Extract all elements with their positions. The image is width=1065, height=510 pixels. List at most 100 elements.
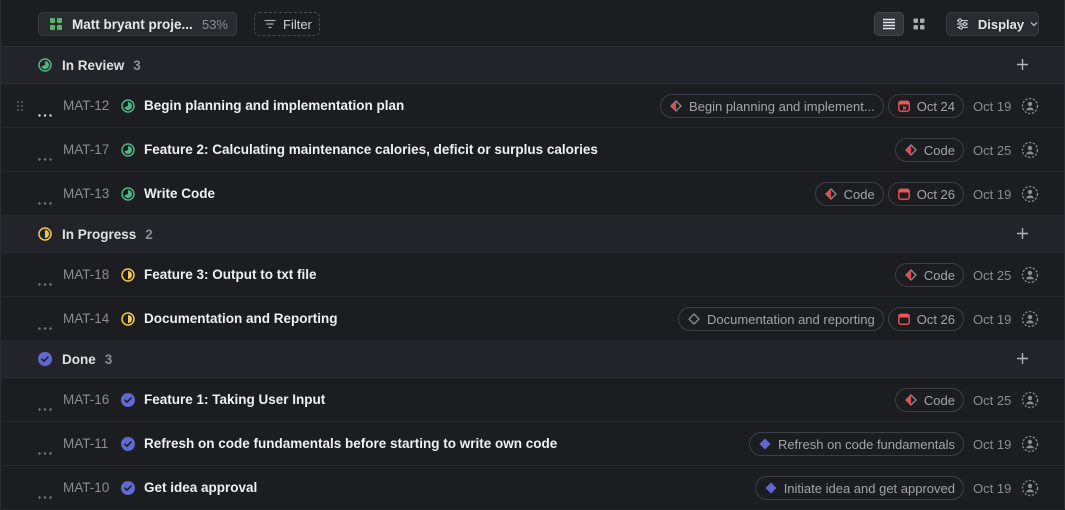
more-options-icon[interactable] [38, 317, 52, 335]
display-settings-icon [956, 18, 968, 30]
group-name: Done [62, 351, 96, 367]
group-header-done[interactable]: Done 3 [1, 341, 1064, 378]
milestone-chip[interactable]: Code [814, 182, 884, 206]
issue-row[interactable]: MAT-17 Feature 2: Calculating maintenanc… [1, 128, 1064, 172]
more-options-icon[interactable] [38, 398, 52, 416]
issue-row[interactable]: MAT-12 Begin planning and implementation… [1, 84, 1064, 128]
milestone-chip[interactable]: Code [894, 138, 964, 162]
milestone-empty-icon [688, 313, 700, 325]
due-date: Oct 26 [916, 186, 955, 202]
group-name: In Progress [62, 226, 137, 242]
issue-status-icon [121, 393, 135, 407]
milestone-partial-icon [824, 188, 837, 200]
issue-identifier: MAT-12 [63, 98, 110, 113]
unassigned-avatar-icon[interactable] [1021, 141, 1039, 159]
created-date: Oct 19 [973, 436, 1012, 452]
drag-handle-icon[interactable] [16, 99, 24, 117]
issue-title: Get idea approval [144, 480, 258, 495]
more-options-icon[interactable] [38, 104, 52, 122]
milestone-chip[interactable]: Code [894, 263, 964, 287]
issue-title: Refresh on code fundamentals before star… [144, 436, 558, 451]
list-view-button[interactable] [874, 12, 904, 36]
more-options-icon[interactable] [38, 273, 52, 291]
issue-identifier: MAT-11 [63, 436, 109, 451]
due-date: Oct 24 [916, 98, 955, 114]
unassigned-avatar-icon[interactable] [1021, 479, 1039, 497]
created-date: Oct 25 [973, 392, 1012, 408]
issue-meta: Code Oct 25 [894, 388, 1039, 412]
created-date: Oct 25 [973, 267, 1012, 283]
project-progress: 53% [201, 16, 228, 32]
list-view-icon [883, 18, 895, 30]
done-status-icon [38, 352, 52, 366]
more-options-icon[interactable] [38, 148, 52, 166]
created-date: Oct 19 [973, 98, 1012, 114]
milestone-partial-icon [905, 144, 917, 156]
issue-title: Feature 3: Output to txt file [144, 267, 317, 282]
milestone-chip[interactable]: Documentation and reporting [678, 307, 884, 331]
due-date-chip[interactable]: Oct 26 [887, 307, 964, 331]
issue-row[interactable]: MAT-13 Write Code Code Oct 26 Oct 19 [1, 172, 1064, 216]
group-count: 2 [145, 226, 153, 242]
group-header-in-review[interactable]: In Review 3 [1, 47, 1064, 84]
issue-meta: Documentation and reporting Oct 26 Oct 1… [678, 307, 1039, 331]
created-date: Oct 19 [973, 186, 1012, 202]
issue-identifier: MAT-17 [63, 142, 110, 157]
more-options-icon[interactable] [38, 192, 52, 210]
display-button[interactable]: Display [946, 12, 1039, 36]
add-issue-button[interactable] [1016, 227, 1029, 245]
view-toggle [874, 12, 934, 36]
milestone-chip[interactable]: Refresh on code fundamentals [748, 432, 964, 456]
more-options-icon[interactable] [38, 486, 52, 504]
project-name: Matt bryant proje... [72, 16, 193, 32]
unassigned-avatar-icon[interactable] [1021, 391, 1039, 409]
issue-identifier: MAT-16 [63, 392, 110, 407]
milestone-complete-icon [765, 482, 777, 494]
filter-label: Filter [283, 16, 312, 32]
due-date-icon [897, 188, 910, 200]
board-view-button[interactable] [904, 12, 934, 36]
issue-meta: Initiate idea and get approved Oct 19 [754, 476, 1039, 500]
project-grid-icon [50, 18, 62, 30]
plus-icon [1017, 353, 1028, 364]
more-options-icon[interactable] [38, 442, 52, 460]
issue-row[interactable]: MAT-14 Documentation and Reporting Docum… [1, 297, 1064, 341]
milestone-label: Begin planning and implement... [688, 98, 875, 114]
project-filter-chip[interactable]: Matt bryant proje... 53% [38, 12, 237, 36]
milestone-partial-icon [670, 100, 682, 112]
issue-row[interactable]: MAT-16 Feature 1: Taking User Input Code… [1, 378, 1064, 422]
issue-title: Feature 1: Taking User Input [144, 392, 326, 407]
due-date-chip[interactable]: Oct 26 [887, 182, 964, 206]
issue-title: Write Code [144, 186, 216, 201]
milestone-chip[interactable]: Code [894, 388, 964, 412]
due-date-icon [897, 313, 910, 325]
issue-meta: Code Oct 25 [894, 263, 1039, 287]
unassigned-avatar-icon[interactable] [1021, 435, 1039, 453]
milestone-partial-icon [905, 269, 917, 281]
milestone-label: Initiate idea and get approved [783, 480, 955, 496]
unassigned-avatar-icon[interactable] [1021, 310, 1039, 328]
milestone-complete-icon [759, 438, 771, 450]
unassigned-avatar-icon[interactable] [1021, 97, 1039, 115]
milestone-chip[interactable]: Begin planning and implement... [659, 94, 884, 118]
group-header-in-progress[interactable]: In Progress 2 [1, 216, 1064, 253]
filter-button[interactable]: Filter [254, 12, 320, 36]
issue-meta: Begin planning and implement... Oct 24 O… [659, 94, 1039, 118]
due-date-chip[interactable]: Oct 24 [887, 94, 964, 118]
add-issue-button[interactable] [1016, 58, 1029, 76]
group-count: 3 [104, 351, 113, 367]
issue-row[interactable]: MAT-11 Refresh on code fundamentals befo… [1, 422, 1064, 466]
issue-row[interactable]: MAT-18 Feature 3: Output to txt file Cod… [1, 253, 1064, 297]
unassigned-avatar-icon[interactable] [1021, 266, 1039, 284]
issue-identifier: MAT-14 [63, 311, 110, 326]
group-name: In Review [62, 57, 125, 73]
milestone-chip[interactable]: Initiate idea and get approved [754, 476, 964, 500]
issue-title: Feature 2: Calculating maintenance calor… [144, 142, 598, 157]
issue-row[interactable]: MAT-10 Get idea approval Initiate idea a… [1, 466, 1064, 510]
created-date: Oct 19 [973, 311, 1012, 327]
add-issue-button[interactable] [1016, 352, 1029, 370]
unassigned-avatar-icon[interactable] [1021, 185, 1039, 203]
issue-title: Begin planning and implementation plan [144, 98, 405, 113]
display-label: Display [977, 16, 1025, 32]
milestone-label: Code [923, 142, 955, 158]
